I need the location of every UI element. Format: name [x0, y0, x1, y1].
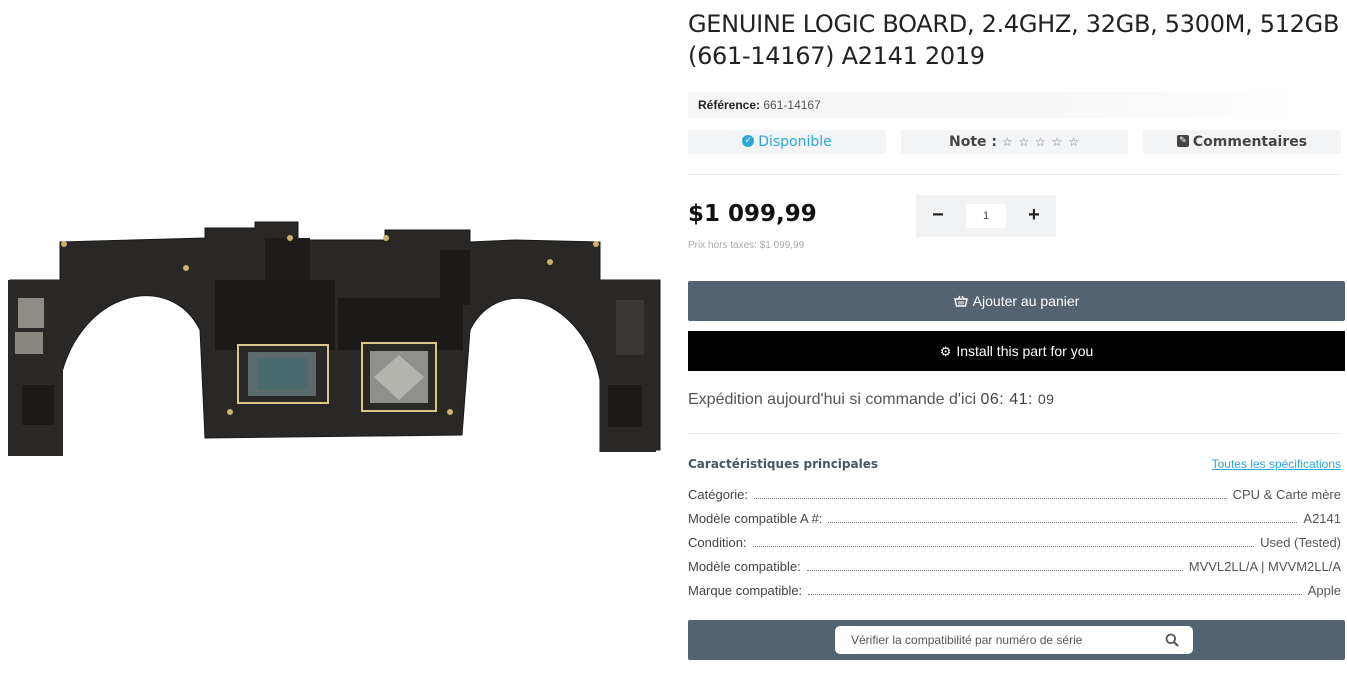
countdown-minutes: 41: [1009, 391, 1028, 408]
rating-box[interactable]: Note : ☆ ☆ ☆ ☆ ☆: [901, 130, 1128, 154]
shipping-text: Expédition aujourd'hui si commande d'ici: [688, 391, 977, 408]
availability-text: Disponible: [758, 134, 832, 150]
spec-value: A2141: [1303, 511, 1341, 526]
spec-leader: [752, 546, 1255, 547]
reference-value: 661-14167: [763, 98, 821, 112]
product-image: [0, 180, 665, 480]
specs-title: Caractéristiques principales: [688, 457, 878, 471]
star-rating-icons[interactable]: ☆ ☆ ☆ ☆ ☆: [1002, 135, 1080, 149]
install-part-button[interactable]: ⚙ Install this part for you: [688, 331, 1345, 371]
add-to-cart-button[interactable]: Ajouter au panier: [688, 281, 1345, 321]
spec-value: Apple: [1307, 583, 1341, 598]
spec-leader: [808, 594, 1302, 595]
gear-icon: ⚙: [939, 344, 952, 359]
reference-label: Référence:: [698, 98, 761, 112]
countdown-timer: 06: 41: 09: [980, 391, 1055, 408]
quantity-decrease-button[interactable]: −: [918, 195, 958, 237]
product-title: GENUINE LOGIC BOARD, 2.4GHZ, 32GB, 5300M…: [688, 8, 1345, 72]
spec-leader: [828, 522, 1298, 523]
spec-row: Marque compatible: Apple: [688, 582, 1341, 598]
spec-row: Modèle compatible A #: A2141: [688, 510, 1341, 526]
product-title-line-1: GENUINE LOGIC BOARD, 2.4GHZ, 32GB, 5300M…: [688, 10, 1340, 38]
quantity-stepper: − +: [916, 195, 1056, 237]
price-excl-tax: Prix hors taxes: $1 099,99: [688, 240, 805, 251]
spec-value: CPU & Carte mère: [1232, 487, 1341, 502]
countdown-seconds: 09: [1037, 391, 1055, 407]
spec-label: Catégorie:: [688, 487, 748, 502]
all-specs-link[interactable]: Toutes les spécifications: [1212, 457, 1341, 471]
divider: [688, 174, 1341, 175]
countdown-hours: 06: [980, 391, 1000, 408]
spec-leader: [806, 570, 1183, 571]
add-to-cart-label: Ajouter au panier: [972, 293, 1080, 309]
product-title-line-2: (661-14167) A2141 2019: [688, 42, 985, 70]
spec-value: MVVL2LL/A | MVVM2LL/A: [1188, 559, 1341, 574]
spec-row: Catégorie: CPU & Carte mère: [688, 486, 1341, 502]
reference-bar: Référence: 661-14167: [688, 92, 1300, 118]
divider: [688, 433, 1341, 434]
logic-board-photo: [8, 221, 661, 456]
comments-label: Commentaires: [1192, 134, 1308, 150]
spec-row: Modèle compatible: MVVL2LL/A | MVVM2LL/A: [688, 558, 1341, 574]
edit-icon: ✎: [1176, 135, 1189, 147]
check-circle-icon: ✓: [742, 135, 755, 147]
spec-label: Condition:: [688, 535, 747, 550]
rating-label: Note :: [949, 134, 998, 150]
quantity-input[interactable]: [966, 204, 1006, 228]
spec-label: Modèle compatible A #:: [688, 511, 823, 526]
spec-label: Marque compatible:: [688, 583, 803, 598]
spec-label: Modèle compatible:: [688, 559, 801, 574]
serial-check-bar: [688, 620, 1345, 660]
search-icon[interactable]: [1165, 633, 1179, 647]
availability-badge: ✓ Disponible: [688, 130, 886, 154]
install-part-label: Install this part for you: [956, 343, 1094, 359]
spec-row: Condition: Used (Tested): [688, 534, 1341, 550]
spec-leader: [753, 498, 1227, 499]
price: $1 099,99: [688, 201, 817, 227]
serial-number-input[interactable]: [835, 626, 1193, 654]
basket-icon: [953, 282, 968, 322]
comments-button[interactable]: ✎ Commentaires: [1143, 130, 1341, 154]
shipping-countdown: Expédition aujourd'hui si commande d'ici…: [688, 391, 1054, 409]
quantity-increase-button[interactable]: +: [1014, 195, 1054, 237]
spec-value: Used (Tested): [1260, 535, 1341, 550]
